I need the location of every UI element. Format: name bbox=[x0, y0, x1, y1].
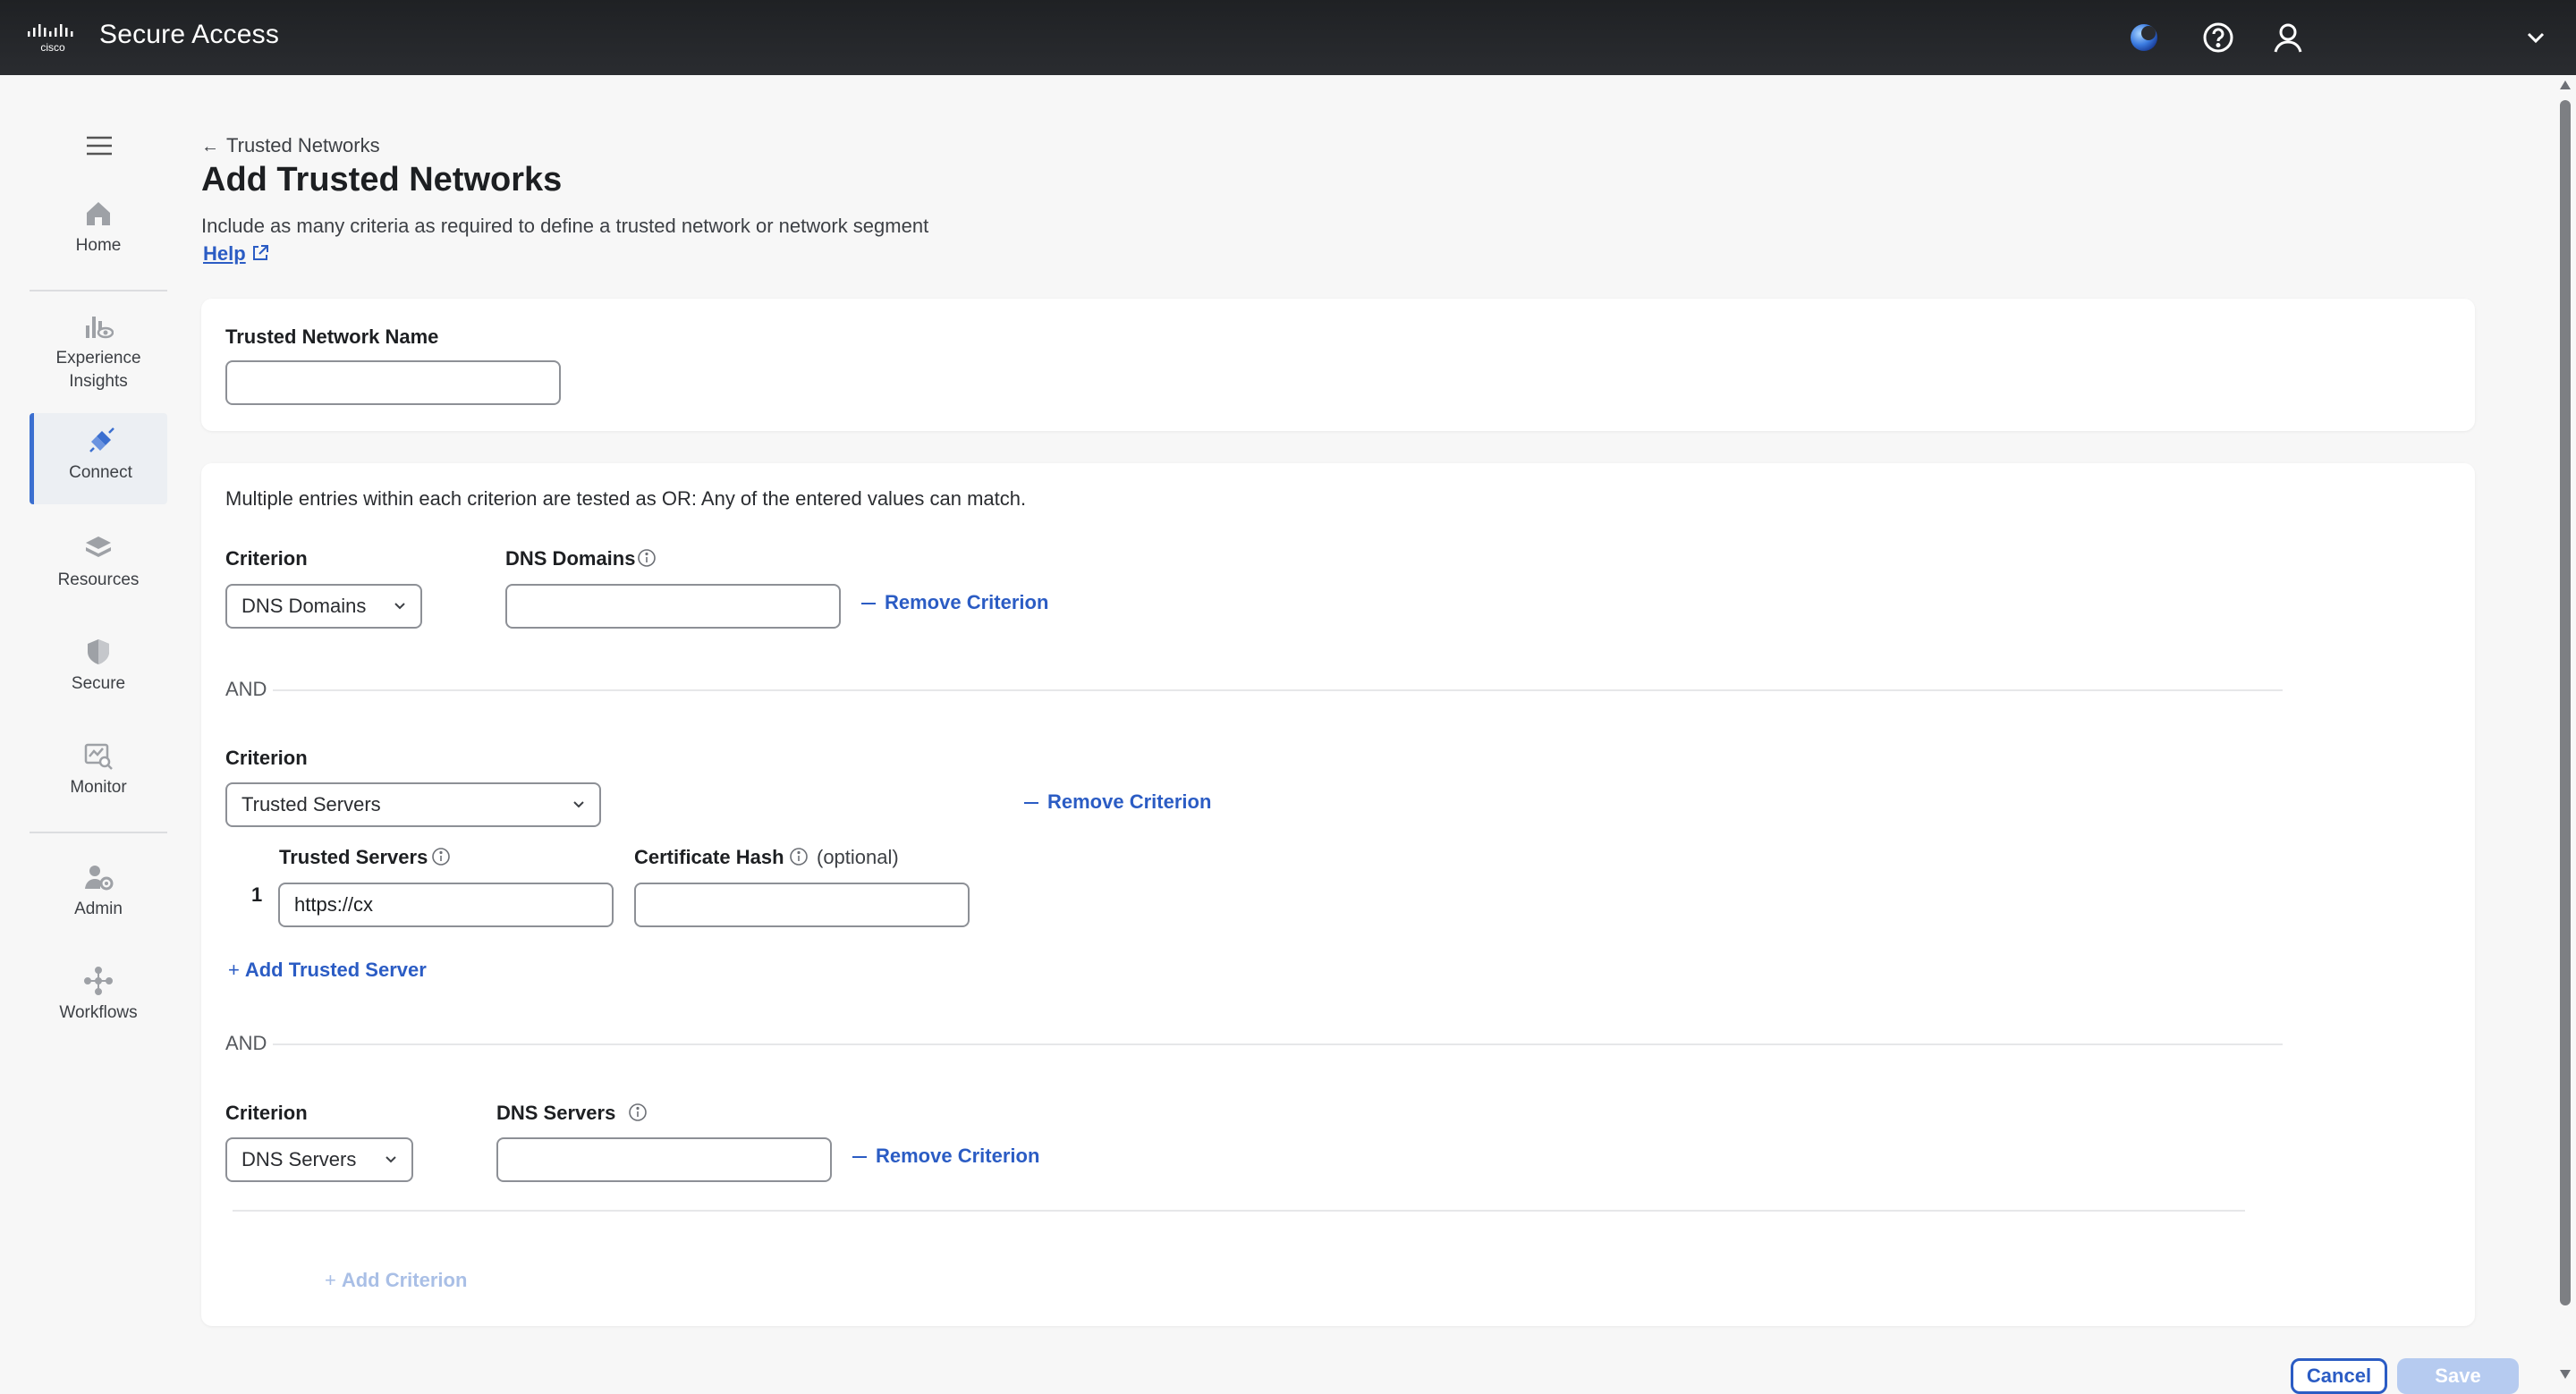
sidebar-item-label: Monitor bbox=[70, 778, 127, 797]
info-icon[interactable] bbox=[637, 548, 657, 568]
home-icon bbox=[87, 202, 110, 225]
insights-icon bbox=[86, 317, 114, 339]
sidebar-item-home[interactable]: Home bbox=[30, 199, 167, 258]
optional-hint: (optional) bbox=[817, 846, 899, 868]
certificate-hash-input[interactable] bbox=[634, 883, 970, 927]
workflows-icon bbox=[84, 967, 113, 995]
sidebar-item-label: Resources bbox=[57, 570, 140, 589]
minus-icon bbox=[861, 603, 876, 605]
remove-criterion-label: Remove Criterion bbox=[876, 1145, 1040, 1167]
remove-criterion-label: Remove Criterion bbox=[885, 591, 1049, 613]
sidebar-item-admin[interactable]: Admin bbox=[30, 862, 167, 921]
hamburger-menu-icon[interactable] bbox=[84, 131, 114, 161]
sidebar-item-label: Connect bbox=[69, 463, 132, 482]
scrollbar-thumb[interactable] bbox=[2560, 100, 2571, 1305]
select-value: DNS Servers bbox=[242, 1148, 357, 1170]
minus-icon bbox=[1024, 802, 1038, 805]
remove-criterion-button[interactable]: Remove Criterion bbox=[1024, 790, 1211, 814]
sidebar-item-label: Secure bbox=[71, 674, 126, 693]
dns-domains-label: DNS Domains bbox=[505, 547, 636, 570]
plus-icon: + bbox=[228, 959, 240, 981]
and-divider bbox=[273, 1043, 2283, 1045]
network-name-card: Trusted Network Name bbox=[201, 299, 2475, 431]
trusted-server-input[interactable] bbox=[278, 883, 614, 927]
network-name-label: Trusted Network Name bbox=[225, 325, 439, 348]
sidebar-item-secure[interactable]: Secure bbox=[30, 637, 167, 696]
monitor-icon bbox=[84, 743, 113, 770]
and-separator-label: AND bbox=[225, 1032, 267, 1054]
help-circle-icon[interactable] bbox=[2200, 20, 2236, 55]
chevron-down-icon bbox=[573, 801, 584, 808]
dns-servers-input[interactable] bbox=[496, 1137, 832, 1182]
remove-criterion-label: Remove Criterion bbox=[1047, 790, 1212, 813]
breadcrumb-label: Trusted Networks bbox=[226, 134, 380, 156]
criterion-select-trusted-servers[interactable]: Trusted Servers bbox=[225, 782, 601, 827]
back-arrow-icon: ← bbox=[201, 137, 219, 156]
page-subtitle: Include as many criteria as required to … bbox=[201, 215, 929, 237]
app-title: Secure Access bbox=[99, 20, 280, 49]
and-divider bbox=[273, 689, 2283, 691]
user-icon[interactable] bbox=[2270, 20, 2306, 55]
add-criterion-label: Add Criterion bbox=[341, 1269, 468, 1291]
sidebar-item-label: Admin bbox=[74, 900, 123, 918]
breadcrumb[interactable]: ← Trusted Networks bbox=[201, 134, 380, 157]
sidebar-item-connect[interactable]: Connect bbox=[30, 413, 167, 504]
criteria-end-divider bbox=[233, 1210, 2245, 1212]
info-icon[interactable] bbox=[789, 847, 809, 866]
remove-criterion-button[interactable]: Remove Criterion bbox=[852, 1145, 1039, 1168]
chevron-down-icon bbox=[386, 1156, 396, 1163]
sidebar-item-workflows[interactable]: Workflows bbox=[30, 966, 167, 1025]
shield-icon bbox=[88, 639, 109, 664]
and-separator-label: AND bbox=[225, 678, 267, 700]
add-criterion-button[interactable]: + Add Criterion bbox=[325, 1269, 467, 1292]
dns-servers-label: DNS Servers bbox=[496, 1102, 616, 1124]
select-value: Trusted Servers bbox=[242, 793, 381, 815]
page-title: Add Trusted Networks bbox=[201, 161, 563, 199]
certificate-hash-label: Certificate Hash bbox=[634, 846, 784, 868]
connect-icon bbox=[89, 427, 114, 452]
plus-icon: + bbox=[325, 1269, 336, 1291]
criterion-label: Criterion bbox=[225, 1102, 308, 1124]
criterion-select-dns-servers[interactable]: DNS Servers bbox=[225, 1137, 413, 1182]
top-bar: cisco Secure Access bbox=[0, 0, 2576, 75]
criterion-select-dns-domains[interactable]: DNS Domains bbox=[225, 584, 422, 629]
criterion-label: Criterion bbox=[225, 747, 308, 769]
sidebar-divider bbox=[30, 832, 167, 833]
sidebar-item-label: Workflows bbox=[59, 1003, 138, 1022]
minus-icon bbox=[852, 1156, 867, 1159]
sidebar-divider bbox=[30, 290, 167, 291]
chevron-down-icon[interactable] bbox=[2518, 20, 2554, 55]
sidebar-item-label: Experience bbox=[55, 349, 141, 368]
add-trusted-server-label: Add Trusted Server bbox=[244, 959, 427, 981]
criterion-label: Criterion bbox=[225, 547, 308, 570]
scroll-up-arrow-icon[interactable] bbox=[2558, 79, 2572, 91]
dns-domains-input[interactable] bbox=[505, 584, 841, 629]
add-trusted-server-button[interactable]: + Add Trusted Server bbox=[228, 959, 427, 982]
server-row-index: 1 bbox=[251, 883, 263, 906]
sidebar-item-label: Home bbox=[75, 236, 122, 255]
admin-icon bbox=[85, 866, 114, 891]
cancel-button[interactable]: Cancel bbox=[2291, 1358, 2387, 1394]
select-value: DNS Domains bbox=[242, 595, 367, 617]
external-link-icon bbox=[253, 245, 268, 260]
criteria-card: Multiple entries within each criterion a… bbox=[201, 463, 2475, 1326]
sidebar-item-resources[interactable]: Resources bbox=[30, 533, 167, 592]
resources-icon bbox=[86, 536, 111, 557]
cisco-logo-icon: cisco bbox=[28, 24, 73, 54]
sidebar-item-label: Insights bbox=[69, 372, 128, 391]
trusted-servers-label: Trusted Servers bbox=[279, 846, 428, 868]
sidebar-item-experience-insights[interactable]: Experience Insights bbox=[30, 311, 167, 393]
remove-criterion-button[interactable]: Remove Criterion bbox=[861, 591, 1048, 614]
chevron-down-icon bbox=[394, 603, 405, 610]
sidebar-item-monitor[interactable]: Monitor bbox=[30, 740, 167, 799]
info-icon[interactable] bbox=[431, 847, 451, 866]
help-link[interactable]: Help bbox=[203, 242, 246, 266]
scroll-down-arrow-icon[interactable] bbox=[2558, 1368, 2572, 1381]
criteria-intro: Multiple entries within each criterion a… bbox=[225, 487, 1027, 510]
network-name-input[interactable] bbox=[225, 360, 561, 405]
status-orb-icon[interactable] bbox=[2126, 20, 2162, 55]
cisco-wordmark: cisco bbox=[40, 41, 65, 54]
info-icon[interactable] bbox=[628, 1103, 648, 1122]
save-button[interactable]: Save bbox=[2397, 1358, 2519, 1394]
